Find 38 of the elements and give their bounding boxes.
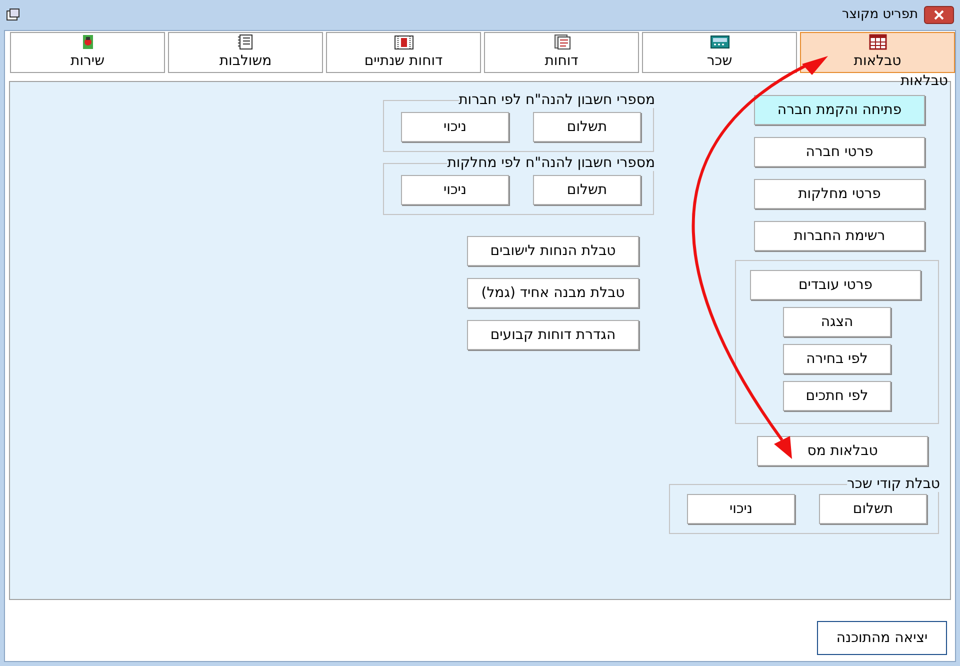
menu-button[interactable]: תשלום [819, 494, 927, 524]
window-title: תפריט מקוצר [842, 6, 918, 24]
tab[interactable]: דוחות שנתיים [326, 32, 481, 73]
group-title: מספרי חשבון להנה"ח לפי חברות [458, 92, 655, 108]
menu-button[interactable]: פרטי עובדים [750, 270, 921, 300]
menu-button[interactable]: לפי חתכים [783, 381, 891, 411]
tab[interactable]: דוחות [484, 32, 639, 73]
document-icon [552, 34, 572, 50]
menu-button[interactable]: ניכוי [687, 494, 795, 524]
tab[interactable]: משולבות [168, 32, 323, 73]
close-button[interactable] [924, 6, 954, 24]
binder-icon [236, 34, 256, 50]
menu-button[interactable]: הגדרת דוחות קבועים [467, 320, 639, 350]
menu-button[interactable]: טבלת מבנה אחיד (גמל) [467, 278, 639, 308]
menu-button[interactable]: ניכוי [401, 112, 509, 142]
menu-button[interactable]: פרטי מחלקות [754, 179, 925, 209]
menu-button[interactable]: תשלום [533, 175, 641, 205]
section-title: טבלאות [900, 73, 948, 89]
tab[interactable]: שכר [642, 32, 797, 73]
menu-button[interactable]: ניכוי [401, 175, 509, 205]
menu-button[interactable]: תשלום [533, 112, 641, 142]
menu-button[interactable]: רשימת החברות [754, 221, 925, 251]
group-title: טבלת קודי שכר [847, 476, 940, 492]
menu-button[interactable]: טבלת הנחות לישובים [467, 236, 639, 266]
menu-button[interactable]: הצגה [783, 307, 891, 337]
exit-button[interactable]: יציאה מהתוכנה [817, 621, 947, 655]
menu-button[interactable]: פרטי חברה [754, 137, 925, 167]
calculator-icon [710, 34, 730, 50]
tab[interactable]: טבלאות [800, 32, 955, 73]
app-icon [6, 8, 20, 22]
menu-button[interactable]: טבלאות מס [757, 436, 928, 466]
group-title: מספרי חשבון להנה"ח לפי מחלקות [447, 155, 655, 171]
menu-button[interactable]: לפי בחירה [783, 344, 891, 374]
table-icon [868, 34, 888, 50]
menu-button[interactable]: פתיחה והקמת חברה [754, 95, 925, 125]
tab[interactable]: שירות [10, 32, 165, 73]
calendar-icon [394, 34, 414, 50]
close-icon [934, 10, 944, 20]
